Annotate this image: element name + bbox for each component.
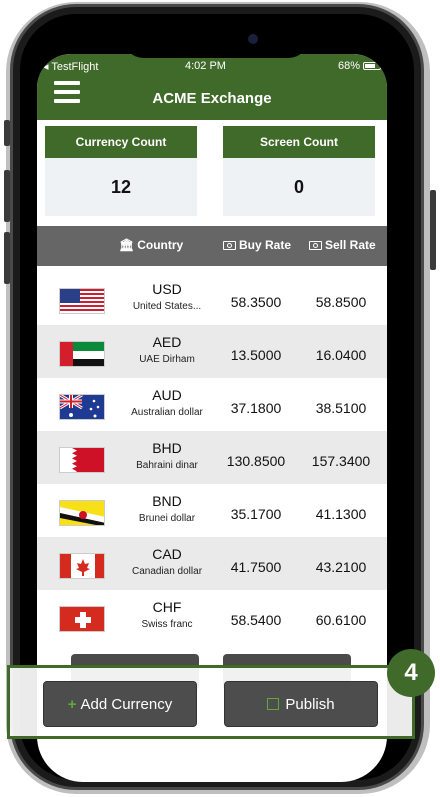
screen-count-label: Screen Count	[223, 126, 375, 158]
battery-percent: 68%	[337, 60, 360, 72]
app-title: ACME Exchange	[152, 90, 272, 107]
phone-notch	[122, 18, 310, 58]
screen-count-card: Screen Count 0	[223, 126, 375, 216]
currency-name: Swiss franc	[141, 619, 193, 630]
volume-up-button	[4, 170, 10, 222]
buy-rate: 13.5000	[230, 347, 282, 363]
sell-rate: 43.2100	[315, 559, 367, 575]
currency-name: Bahraini dinar	[136, 460, 198, 471]
highlight-callout: + Add Currency Publish	[7, 665, 415, 739]
buy-rate: 58.3500	[230, 294, 282, 310]
table-row[interactable]: BND Brunei dollar 35.1700 41.1300	[37, 484, 387, 537]
bank-icon: 🏛	[119, 238, 135, 252]
money-icon	[223, 241, 236, 250]
buy-rate: 37.1800	[230, 400, 282, 416]
currency-name: Brunei dollar	[138, 513, 196, 524]
column-header-country[interactable]: 🏛 Country	[119, 238, 183, 252]
flag-us-icon	[59, 288, 105, 314]
table-row[interactable]: AUD Australian dollar 37.1800 38.5100	[37, 378, 387, 431]
buy-rate: 58.5400	[230, 612, 282, 628]
currency-code: BHD	[152, 440, 182, 456]
sell-rate: 157.3400	[311, 453, 371, 469]
sell-rate: 58.8500	[315, 294, 367, 310]
table-header: 🏛 Country Buy Rate Sell Rate	[37, 226, 387, 266]
tutorial-figure: ◂ TestFlight 4:02 PM 68% ACME Exchange C…	[0, 0, 440, 797]
table-row[interactable]: BHD Bahraini dinar 130.8500 157.3400	[37, 431, 387, 484]
volume-down-button	[4, 232, 10, 284]
table-row[interactable]: USD United States... 58.3500 58.8500	[37, 272, 387, 325]
buy-rate: 130.8500	[226, 453, 286, 469]
status-bar: ◂ TestFlight 4:02 PM 68%	[37, 58, 387, 74]
carrier-label: ◂ TestFlight	[43, 61, 99, 73]
currency-name: Australian dollar	[131, 407, 203, 418]
column-header-buy-rate[interactable]: Buy Rate	[223, 238, 291, 252]
add-currency-button[interactable]: + Add Currency	[43, 681, 197, 727]
camera-icon	[248, 34, 258, 44]
mute-switch	[4, 120, 10, 146]
currency-name: Canadian dollar	[131, 566, 203, 577]
column-header-sell-rate[interactable]: Sell Rate	[309, 238, 376, 252]
currency-code: USD	[152, 281, 182, 297]
power-button	[430, 190, 436, 270]
table-row[interactable]: CAD Canadian dollar 41.7500 43.2100	[37, 537, 387, 590]
screen-count-value: 0	[293, 177, 304, 197]
currency-name: United States...	[132, 301, 202, 312]
flag-bh-icon	[59, 447, 105, 473]
currency-code: CAD	[152, 546, 182, 562]
currency-count-label: Currency Count	[45, 126, 197, 158]
save-icon	[267, 698, 280, 710]
sell-rate: 60.6100	[315, 612, 367, 628]
currency-count-card: Currency Count 12	[45, 126, 197, 216]
publish-button[interactable]: Publish	[224, 681, 378, 727]
currency-code: AUD	[152, 387, 182, 403]
currency-code: CHF	[152, 599, 182, 615]
flag-bn-icon	[59, 500, 105, 526]
flag-ch-icon	[59, 606, 105, 632]
flag-au-icon	[59, 394, 105, 420]
battery-indicator: 68%	[338, 60, 381, 72]
currency-code: BND	[152, 493, 182, 509]
money-icon	[309, 241, 322, 250]
flag-ae-icon	[59, 341, 105, 367]
table-row[interactable]: AED UAE Dirham 13.5000 16.0400	[37, 325, 387, 378]
step-number-badge: 4	[387, 649, 435, 697]
currency-count-value: 12	[110, 177, 132, 197]
sell-rate: 38.5100	[315, 400, 367, 416]
buy-rate: 35.1700	[230, 506, 282, 522]
publish-label: Publish	[285, 696, 335, 713]
battery-icon	[363, 62, 381, 71]
currency-name: UAE Dirham	[139, 354, 195, 365]
app-header: ◂ TestFlight 4:02 PM 68% ACME Exchange	[37, 54, 387, 120]
currency-code: AED	[152, 334, 182, 350]
flag-ca-icon	[59, 553, 105, 579]
add-currency-label: Add Currency	[80, 696, 173, 713]
plus-icon: +	[67, 696, 77, 713]
buy-rate: 41.7500	[230, 559, 282, 575]
clock: 4:02 PM	[185, 60, 226, 72]
sell-rate: 41.1300	[315, 506, 367, 522]
table-row[interactable]: CHF Swiss franc 58.5400 60.6100	[37, 590, 387, 643]
sell-rate: 16.0400	[315, 347, 367, 363]
